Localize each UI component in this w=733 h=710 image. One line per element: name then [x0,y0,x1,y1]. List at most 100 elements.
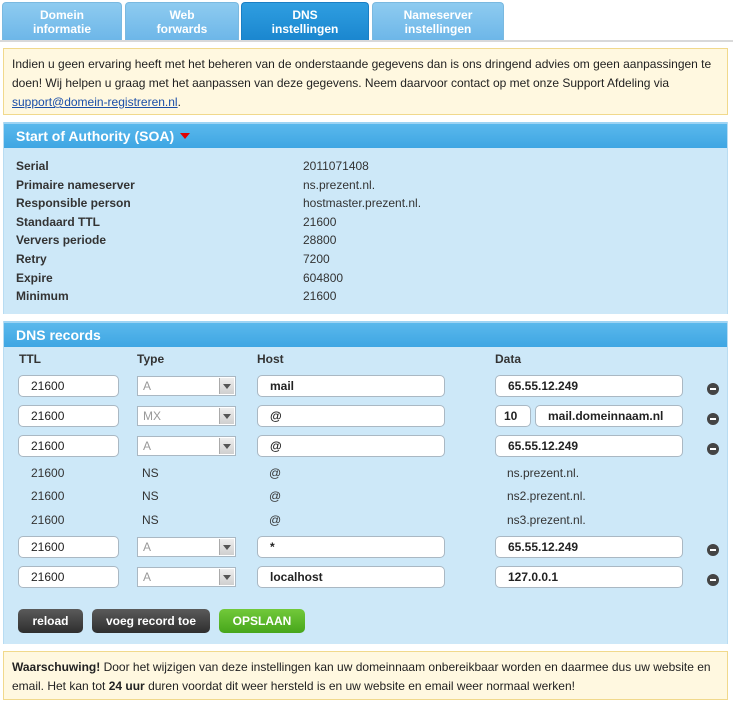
soa-value: 7200 [303,252,330,266]
type-select[interactable]: A [137,567,236,587]
remove-record-icon[interactable] [707,413,719,425]
tab-label: Nameserver [403,8,473,22]
soa-label: Serial [16,159,49,173]
host-input[interactable]: @ [257,435,445,457]
ttl-value: 21600 [31,489,65,503]
soa-label: Minimum [16,289,69,304]
type-value: NS [142,489,159,503]
tab-label: forwards [156,22,208,36]
type-select-value: A [143,439,152,453]
tab-label: Web [169,8,195,22]
soa-value: 604800 [303,270,344,285]
soa-label: Ververs periode [16,233,107,248]
host-value: @ [269,489,282,503]
host-input[interactable]: localhost [257,566,445,588]
type-select-value: MX [143,409,161,423]
dns-title: DNS records [16,327,101,343]
soa-panel: Start of Authority (SOA) Serial 201107140… [3,122,728,314]
col-data: Data [495,352,522,366]
type-select-value: A [143,379,152,393]
notice-tail: . [177,95,181,109]
tab-label: DNS [292,8,318,22]
data-input[interactable]: 65.55.12.249 [495,435,683,457]
data-input[interactable]: 65.55.12.249 [495,375,683,397]
tab-label: Domein [39,8,84,22]
ttl-input[interactable]: 21600 [18,375,119,397]
tab-divider [0,40,733,42]
priority-input[interactable]: 10 [495,405,531,427]
col-ttl: TTL [19,352,41,366]
soa-label: Retry [16,252,47,266]
type-value: NS [142,466,159,480]
ttl-input[interactable]: 21600 [18,566,119,588]
dns-panel: DNS records TTL Type Host Data 21600 Amai… [3,321,728,644]
data-value: ns.prezent.nl. [507,466,580,480]
soa-value: 2011071408 [303,159,369,173]
bottom-notice: Waarschuwing! Door het wijzigen van deze… [3,651,728,700]
host-input[interactable]: * [257,536,445,558]
remove-record-icon[interactable] [707,544,719,556]
host-value: @ [269,513,282,527]
tab-label: informatie [32,22,91,36]
soa-value: 21600 [303,289,337,304]
col-host: Host [257,352,284,366]
type-select-value: A [143,540,152,554]
type-select-value: A [143,570,152,584]
chevron-down-icon[interactable] [219,539,234,555]
chevron-down-icon[interactable] [219,438,234,454]
ttl-input[interactable]: 21600 [18,405,119,427]
type-select[interactable]: A [137,537,236,557]
ttl-value: 21600 [31,466,65,480]
type-select[interactable]: MX [137,406,236,426]
chevron-down-icon[interactable] [219,569,234,585]
notice-text: Indien u geen ervaring heeft met het beh… [12,57,712,90]
host-value: @ [269,466,282,480]
host-input[interactable]: mail [257,375,445,397]
tab-dns-instellingen[interactable]: DNS instellingen [241,2,369,41]
col-type: Type [137,352,165,366]
tab-label: instellingen [271,22,339,36]
remove-record-icon[interactable] [707,383,719,395]
soa-label: Primaire nameserver [16,177,135,192]
soa-label: Expire [16,270,53,285]
tab-bar: Domein informatie Web forwards DNS instelli… [0,0,733,42]
host-input[interactable]: @ [257,405,445,427]
soa-value: hostmaster.prezent.nl. [303,196,422,211]
soa-value: ns.prezent.nl. [303,177,376,192]
warning-duration: 24 uur [108,679,145,693]
soa-value: 28800 [303,233,337,248]
ttl-value: 21600 [31,513,65,527]
type-select[interactable]: A [137,376,236,396]
chevron-down-icon[interactable] [219,378,234,394]
data-value: ns3.prezent.nl. [507,513,586,527]
reload-button[interactable]: reload [18,609,83,633]
warning-label: Waarschuwing! [12,660,101,674]
type-value: NS [142,513,159,527]
tab-nameserver-instellingen[interactable]: Nameserver instellingen [372,2,504,41]
tab-domein-informatie[interactable]: Domein informatie [2,2,122,41]
type-select[interactable]: A [137,436,236,456]
soa-label: Responsible person [16,196,131,211]
tab-label: instellingen [404,22,472,36]
data-input[interactable]: mail.domeinnaam.nl [535,405,683,427]
caret-down-icon [180,133,191,139]
support-email-link[interactable]: support@domein-registreren.nl [12,95,178,109]
soa-header[interactable]: Start of Authority (SOA) [4,122,727,148]
soa-label: Standaard TTL [16,214,101,229]
ttl-input[interactable]: 21600 [18,536,119,558]
top-notice: Indien u geen ervaring heeft met het beh… [3,48,728,115]
warning-text-end: duren voordat dit weer hersteld is en uw… [144,679,575,693]
dns-header: DNS records [4,321,727,347]
data-input[interactable]: 65.55.12.249 [495,536,683,558]
add-record-button[interactable]: voeg record toe [92,609,210,633]
soa-value: 21600 [303,214,337,229]
chevron-down-icon[interactable] [219,408,234,424]
soa-title: Start of Authority (SOA) [16,128,175,144]
save-button[interactable]: OPSLAAN [219,609,305,633]
data-input[interactable]: 127.0.0.1 [495,566,683,588]
tab-web-forwards[interactable]: Web forwards [125,2,239,41]
ttl-input[interactable]: 21600 [18,435,119,457]
data-value: ns2.prezent.nl. [507,489,586,503]
remove-record-icon[interactable] [707,443,719,455]
remove-record-icon[interactable] [707,574,719,586]
